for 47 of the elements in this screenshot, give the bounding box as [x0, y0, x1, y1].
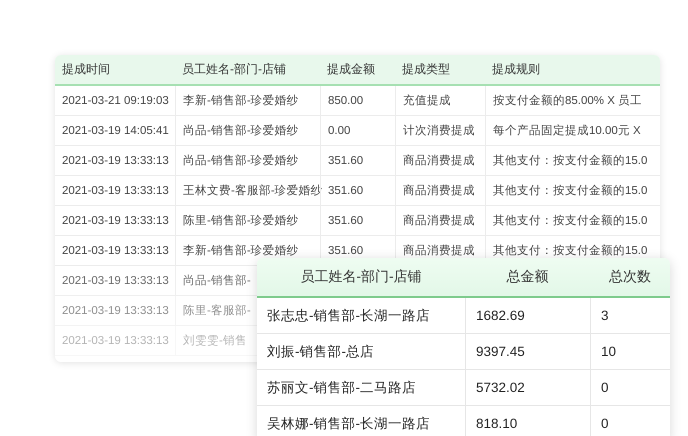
table-cell-text: 2021-03-19 13:33:13: [61, 184, 170, 198]
table-cell: 351.60: [320, 176, 395, 205]
table-cell: 3: [590, 298, 670, 333]
table-cell: 351.60: [320, 206, 395, 235]
column-header: 提成金额: [326, 61, 376, 78]
table-cell: 充值提成: [395, 86, 485, 115]
table-cell-text: 2021-03-21 09:19:03: [61, 94, 170, 108]
table-cell: 0: [590, 406, 670, 436]
table-cell: 818.10: [465, 406, 590, 436]
table-cell: 李新-销售部-珍爱婚纱: [175, 86, 320, 115]
table-cell-text: 2021-03-19 13:33:13: [61, 274, 170, 288]
table-cell-text: 张志忠-销售部-长湖一路店: [266, 306, 431, 324]
column-header: 提成时间: [61, 61, 111, 78]
column-header: 提成类型: [401, 61, 451, 78]
table-cell: 尚品-销售部-珍爱婚纱: [175, 116, 320, 145]
table-cell-text: 刘振-销售部-总店: [266, 342, 375, 360]
table-cell: 1682.69: [465, 298, 590, 333]
table-cell-text: 苏丽文-销售部-二马路店: [266, 378, 417, 396]
column-header: 总金额: [506, 268, 550, 286]
table-cell: 351.60: [320, 146, 395, 175]
table-cell: 0: [590, 370, 670, 405]
table-cell: 按支付金额的85.00% X 员工: [485, 86, 660, 115]
table-cell: 9397.45: [465, 334, 590, 369]
table-cell: 商品消费提成: [395, 176, 485, 205]
table-cell: 其他支付：按支付金额的15.0: [485, 146, 660, 175]
table-cell-text: 吴林娜-销售部-长湖一路店: [266, 414, 431, 432]
table-cell: 10: [590, 334, 670, 369]
table-cell: 商品消费提成: [395, 206, 485, 235]
table-cell-text: 2021-03-19 13:33:13: [61, 154, 170, 168]
table-cell: 5732.02: [465, 370, 590, 405]
column-header: 总次数: [608, 268, 652, 286]
table-cell: 陈里-销售部-珍爱婚纱: [175, 206, 320, 235]
table-cell-text: 2021-03-19 14:05:41: [61, 124, 170, 138]
table-cell-text: 2021-03-19 13:33:13: [61, 244, 170, 258]
table-cell: 850.00: [320, 86, 395, 115]
table-cell-text: 2021-03-19 13:33:13: [61, 334, 170, 348]
table-cell: 0.00: [320, 116, 395, 145]
table-cell: 商品消费提成: [395, 146, 485, 175]
table-cell: 其他支付：按支付金额的15.0: [485, 176, 660, 205]
table-cell: 其他支付：按支付金额的15.0: [485, 206, 660, 235]
table-cell: 每个产品固定提成10.00元 X: [485, 116, 660, 145]
table-cell-text: 2021-03-19 13:33:13: [61, 214, 170, 228]
column-header: 提成规则: [491, 61, 541, 78]
table-cell-text: 2021-03-19 13:33:13: [61, 304, 170, 318]
column-header: 员工姓名-部门-店铺: [181, 61, 287, 78]
table-cell: 尚品-销售部-珍爱婚纱: [175, 146, 320, 175]
table-cell: 计次消费提成: [395, 116, 485, 145]
